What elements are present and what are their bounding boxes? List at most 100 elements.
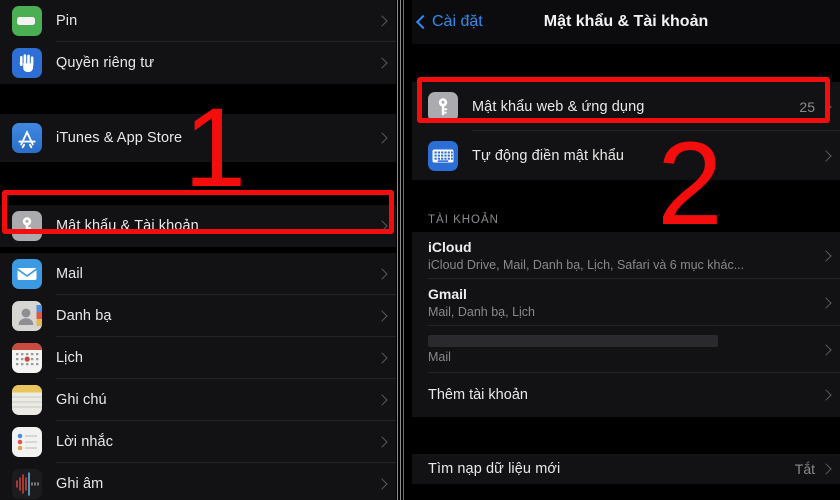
row-accessory <box>376 15 396 27</box>
back-button-label: Cài đặt <box>432 13 483 30</box>
account-row-redacted[interactable]: Mail <box>412 326 840 373</box>
settings-row-label: Ghi âm <box>56 476 104 492</box>
settings-row-mail[interactable]: Mail <box>0 253 396 295</box>
account-text: iCloud iCloud Drive, Mail, Danh bạ, Lịch… <box>428 239 744 272</box>
settings-row-privacy[interactable]: Quyền riêng tư <box>0 42 396 84</box>
chevron-right-icon <box>376 268 388 280</box>
calendar-icon <box>12 343 42 373</box>
settings-row-label: Pin <box>56 13 78 29</box>
key-icon <box>428 91 458 122</box>
row-accessory <box>820 389 840 401</box>
account-text: Thêm tài khoản <box>428 387 528 403</box>
row-accessory <box>376 310 396 322</box>
settings-row-label: Lịch <box>56 350 83 366</box>
contacts-icon <box>12 301 42 331</box>
divider-line <box>397 0 398 500</box>
screenshot-root: Pin Quyền riêng tư iTunes & App Store Mậ… <box>0 0 840 500</box>
row-accessory: Tắt <box>795 461 840 477</box>
settings-row-contacts[interactable]: Danh bạ <box>0 295 396 337</box>
row-accessory <box>376 132 396 144</box>
privacy-hand-icon <box>12 48 42 78</box>
account-name: Gmail <box>428 286 467 302</box>
row-accessory <box>376 394 396 406</box>
chevron-right-icon <box>820 249 832 262</box>
group-spacer <box>0 84 396 114</box>
account-name: iCloud <box>428 239 472 255</box>
notes-glyph <box>12 385 42 408</box>
settings-row-itunes-app-store[interactable]: iTunes & App Store <box>0 114 396 162</box>
key-icon <box>12 211 42 241</box>
row-accessory <box>376 436 396 448</box>
redacted-account-name <box>428 335 718 347</box>
account-row-add-account[interactable]: Thêm tài khoản <box>412 373 840 417</box>
settings-row-label: Danh bạ <box>56 308 112 324</box>
row-accessory <box>820 249 840 262</box>
settings-row-label: Lời nhắc <box>56 434 114 450</box>
fetch-status-value: Tắt <box>794 461 815 477</box>
row-label: Mật khẩu web & ứng dụng <box>472 98 645 115</box>
keyboard-glyph <box>432 149 454 162</box>
settings-row-voice-memos[interactable]: Ghi âm <box>0 463 396 500</box>
hand-glyph <box>19 54 34 72</box>
row-accessory: 25 <box>799 99 840 115</box>
key-glyph <box>438 97 448 115</box>
row-accessory <box>820 296 840 309</box>
chevron-right-icon <box>376 132 388 144</box>
group-spacer <box>412 180 840 202</box>
settings-row-passwords-accounts[interactable]: Mật khẩu & Tài khoản <box>0 205 396 247</box>
row-accessory <box>376 268 396 280</box>
settings-group-system: Pin Quyền riêng tư <box>0 0 396 84</box>
chevron-right-icon <box>376 15 388 27</box>
back-button[interactable]: Cài đặt <box>412 13 483 31</box>
chevron-right-icon <box>820 296 832 309</box>
account-row-icloud[interactable]: iCloud iCloud Drive, Mail, Danh bạ, Lịch… <box>412 232 840 279</box>
reminders-glyph <box>17 433 37 451</box>
password-count-badge: 25 <box>799 98 815 115</box>
calendar-glyph <box>12 343 42 366</box>
row-accessory <box>376 220 396 232</box>
row-fetch-new-data[interactable]: Tìm nạp dữ liệu mới Tắt <box>412 454 840 484</box>
row-autofill-passwords[interactable]: Tự động điền mật khẩu <box>412 131 840 180</box>
settings-row-battery[interactable]: Pin <box>0 0 396 42</box>
chevron-right-icon <box>376 352 388 364</box>
account-text: Gmail Mail, Danh bạ, Lịch <box>428 286 535 319</box>
row-accessory <box>820 149 840 162</box>
reminders-icon <box>12 427 42 457</box>
group-spacer <box>0 162 396 205</box>
chevron-right-icon <box>820 463 832 475</box>
account-detail: iCloud Drive, Mail, Danh bạ, Lịch, Safar… <box>428 258 745 272</box>
settings-row-notes[interactable]: Ghi chú <box>0 379 396 421</box>
envelope-glyph <box>17 268 37 280</box>
row-accessory <box>376 478 396 490</box>
settings-row-calendar[interactable]: Lịch <box>0 337 396 379</box>
row-accessory <box>820 343 840 356</box>
chevron-right-icon <box>820 100 832 113</box>
panel-divider <box>396 0 412 500</box>
add-account-label: Thêm tài khoản <box>428 387 528 403</box>
key-glyph <box>22 217 32 235</box>
settings-list-panel: Pin Quyền riêng tư iTunes & App Store Mậ… <box>0 0 396 500</box>
chevron-left-icon <box>415 14 431 30</box>
chevron-right-icon <box>376 394 388 406</box>
notes-icon <box>12 385 42 415</box>
passwords-accounts-panel: Cài đặt Mật khẩu & Tài khoản Mật khẩu we… <box>412 0 840 500</box>
account-text: Mail <box>428 335 718 364</box>
mail-icon <box>12 259 42 289</box>
app-store-icon <box>12 123 42 153</box>
chevron-right-icon <box>820 343 832 356</box>
chevron-right-icon <box>376 478 388 490</box>
group-spacer <box>412 417 840 454</box>
row-accessory <box>376 57 396 69</box>
settings-row-reminders[interactable]: Lời nhắc <box>0 421 396 463</box>
row-website-app-passwords[interactable]: Mật khẩu web & ứng dụng 25 <box>412 82 840 131</box>
account-row-gmail[interactable]: Gmail Mail, Danh bạ, Lịch <box>412 279 840 326</box>
settings-row-label: Mail <box>56 266 83 282</box>
battery-icon <box>12 6 42 36</box>
app-store-glyph <box>18 129 36 149</box>
passwords-group: Mật khẩu web & ứng dụng 25 Tự động điền … <box>412 82 840 180</box>
settings-row-label: Quyền riêng tư <box>56 55 155 71</box>
settings-group-apps: Mail Danh bạ Lịch Ghi chú Lời nhắc Ghi â… <box>0 253 396 500</box>
waveform-glyph <box>16 472 39 496</box>
chevron-right-icon <box>376 57 388 69</box>
accounts-group: iCloud iCloud Drive, Mail, Danh bạ, Lịch… <box>412 232 840 417</box>
